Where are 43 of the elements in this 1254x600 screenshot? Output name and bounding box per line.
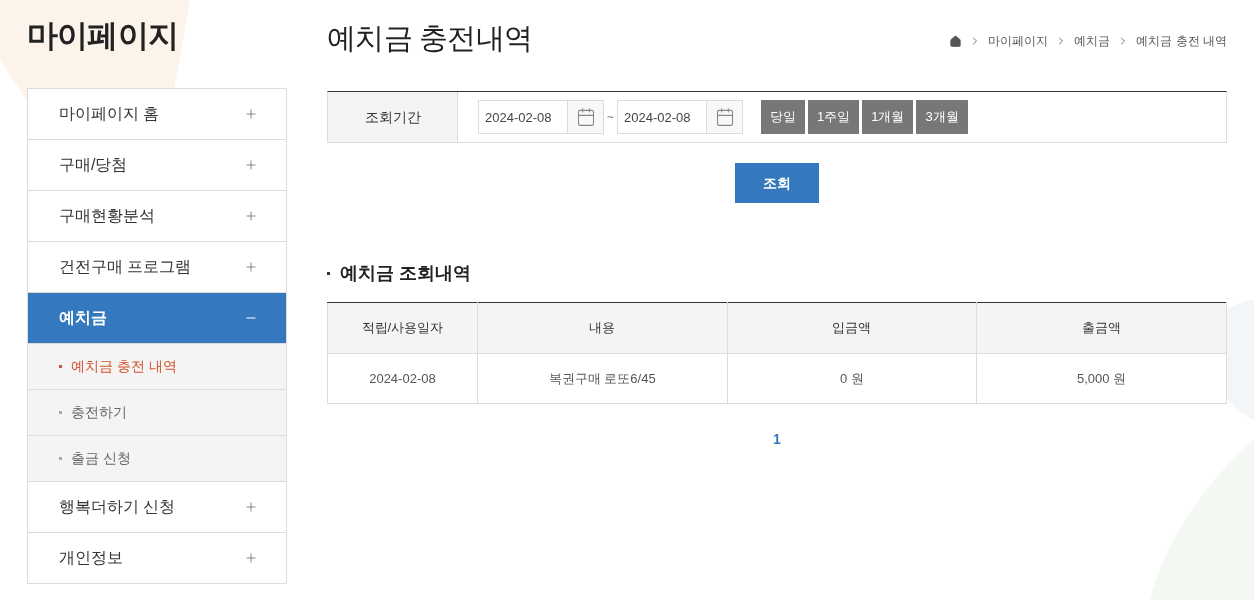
sidebar-submenu-item[interactable]: 출금 신청 — [28, 435, 286, 481]
date-field[interactable]: 2024-02-08 — [478, 100, 568, 134]
sidebar-submenu-item[interactable]: 충전하기 — [28, 389, 286, 435]
plus-icon — [244, 107, 258, 121]
date-separator: ~ — [607, 109, 614, 126]
bullet-icon — [59, 411, 62, 414]
date-field[interactable]: 2024-02-08 — [617, 100, 707, 134]
column-header: 적립/사용일자 — [327, 302, 478, 354]
column-header: 입금액 — [727, 302, 977, 354]
table-cell: 복권구매 로또6/45 — [477, 353, 728, 404]
plus-icon — [244, 500, 258, 514]
page-link[interactable]: 1 — [773, 429, 781, 450]
calendar-icon — [714, 107, 735, 127]
plus-icon — [244, 260, 258, 274]
bullet-icon — [59, 365, 62, 368]
calendar-button[interactable] — [568, 100, 604, 134]
period-button[interactable]: 1주일 — [808, 100, 860, 134]
calendar-button[interactable] — [707, 100, 743, 134]
plus-icon — [244, 551, 258, 565]
plus-icon — [244, 158, 258, 172]
period-button[interactable]: 1개월 — [862, 100, 914, 134]
period-button[interactable]: 3개월 — [916, 100, 968, 134]
sidebar-submenu-item[interactable]: 예치금 충전 내역 — [28, 343, 286, 389]
section-title: 예치금 조회내역 — [340, 261, 471, 285]
table-cell: 5,000 원 — [976, 353, 1227, 404]
column-header: 내용 — [477, 302, 728, 354]
breadcrumb-link[interactable]: 마이페이지 — [988, 32, 1049, 50]
bullet-icon — [327, 271, 330, 275]
table-cell: 2024-02-08 — [327, 353, 478, 404]
page-title: 예치금 충전내역 — [327, 24, 533, 53]
breadcrumb-link[interactable]: 예치금 충전 내역 — [1136, 32, 1227, 50]
filter-label: 조회기간 — [328, 92, 458, 142]
home-icon[interactable] — [949, 34, 963, 48]
breadcrumb-link[interactable]: 예치금 — [1074, 32, 1111, 50]
column-header: 출금액 — [976, 302, 1227, 354]
calendar-icon — [575, 107, 596, 127]
plus-icon — [244, 209, 258, 223]
search-button[interactable]: 조회 — [735, 163, 819, 203]
table-cell: 0 원 — [727, 353, 977, 404]
sidebar-menu-item[interactable]: 예치금 — [28, 293, 286, 343]
sidebar-title: 마이페이지 — [27, 17, 180, 55]
bullet-icon — [59, 457, 62, 460]
period-button[interactable]: 당일 — [761, 100, 805, 134]
